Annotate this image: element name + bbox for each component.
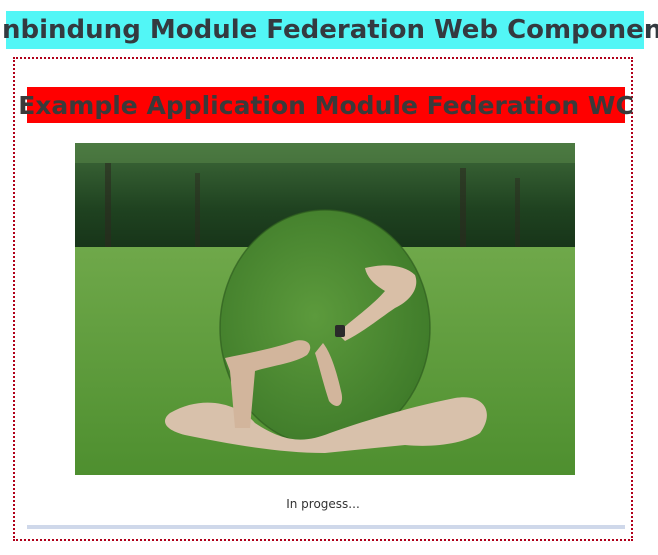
host-page-title: Einbindung Module Federation Web Compone… <box>0 11 658 49</box>
web-component-container: Example Application Module Federation WC <box>13 57 634 541</box>
progress-bar <box>27 525 625 529</box>
status-text: In progess... <box>286 497 360 511</box>
remote-app-title: Example Application Module Federation WC <box>18 87 634 123</box>
content-image <box>75 143 575 475</box>
